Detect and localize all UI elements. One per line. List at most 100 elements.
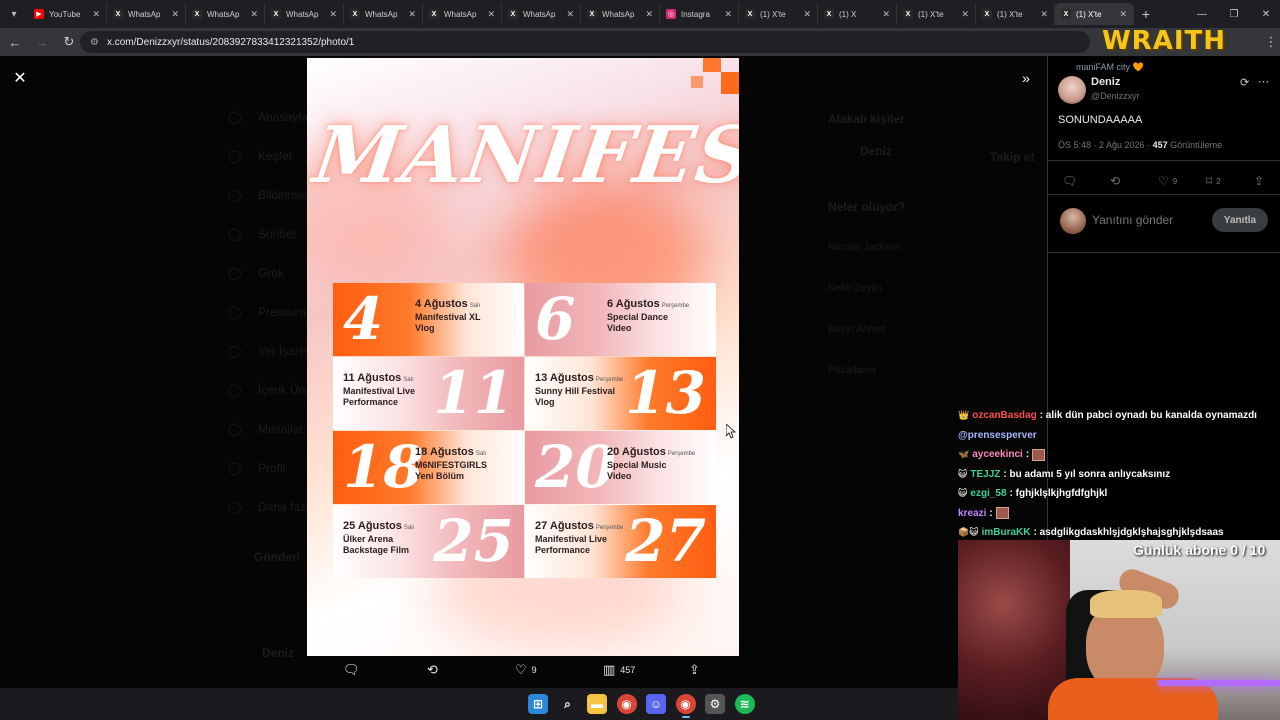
chat-username: ayceekinci: [972, 449, 1023, 461]
search-icon[interactable]: ⌕: [558, 694, 578, 714]
reply-button[interactable]: 🗨: [343, 662, 360, 678]
tab-close-icon[interactable]: ✕: [882, 9, 890, 20]
forward-button[interactable]: →: [30, 30, 54, 54]
browser-tab[interactable]: X (1) X'te ✕: [739, 3, 818, 25]
heart-icon: ♡: [1158, 174, 1169, 188]
tab-close-icon[interactable]: ✕: [171, 9, 179, 20]
chat-username: ezgi_58: [970, 488, 1007, 500]
tab-close-icon[interactable]: ✕: [566, 9, 574, 20]
like-button[interactable]: ♡ 9: [515, 662, 537, 678]
ghost-nav-icon: ◯: [228, 188, 242, 202]
reply-submit-button[interactable]: Yanıtla: [1212, 208, 1268, 232]
author-name[interactable]: Deniz: [1091, 76, 1120, 88]
tweet-time[interactable]: ÖS 5:48 · 2 Ağu 2026 ·: [1058, 140, 1153, 150]
back-button[interactable]: ←: [3, 30, 27, 54]
tweet-repost-button[interactable]: ⟲: [1110, 174, 1120, 188]
tab-close-icon[interactable]: ✕: [487, 9, 495, 20]
tab-close-icon[interactable]: ✕: [329, 9, 337, 20]
discord-icon[interactable]: ☺: [646, 694, 666, 714]
grok-icon[interactable]: ⟳: [1240, 76, 1249, 89]
browser-tab[interactable]: X (1) X'te ✕: [976, 3, 1055, 25]
minimize-button[interactable]: —: [1186, 0, 1218, 28]
browser-tab[interactable]: X WhatsAp ✕: [186, 3, 265, 25]
chat-emote-icon: [995, 507, 1009, 520]
steelseries-icon[interactable]: ⚙: [705, 694, 725, 714]
tweet-photo[interactable]: MANIFEST 44 Ağustos Salı Manifestival XL Vl…: [307, 58, 739, 656]
tab-label: Instagra: [681, 9, 710, 19]
avatar[interactable]: [1058, 76, 1086, 104]
tab-search-chevron-icon[interactable]: ▾: [0, 0, 28, 28]
browser-tab[interactable]: X WhatsAp ✕: [107, 3, 186, 25]
tweet-share-button[interactable]: ⇪: [1254, 174, 1264, 188]
views-button[interactable]: ▥ 457: [603, 662, 635, 678]
close-icon[interactable]: ✕: [10, 68, 30, 88]
chat-badge-icon: 😺: [958, 488, 968, 499]
x-icon: X: [587, 9, 597, 19]
chat-text: :: [1025, 449, 1030, 461]
chat-text: : bu adamı 5 yıl sonra anlıycaksınız: [1003, 468, 1171, 480]
reply-input[interactable]: Yanıtını gönder: [1092, 213, 1173, 227]
schedule-weekday: Perşembe: [667, 451, 696, 457]
repost-button[interactable]: ⟲: [427, 662, 438, 678]
tab-close-icon[interactable]: ✕: [1040, 9, 1048, 20]
schedule-day-number: 27: [625, 507, 706, 575]
schedule-info: 4 Ağustos Salı Manifestival XL Vlog: [415, 299, 481, 334]
browser-tab[interactable]: X WhatsAp ✕: [502, 3, 581, 25]
browser-tab[interactable]: X WhatsAp ✕: [423, 3, 502, 25]
reload-button[interactable]: ↻: [57, 30, 81, 54]
ghost-nav-item: Bildirimler: [258, 188, 311, 202]
windows-start-icon[interactable]: ⊞: [528, 694, 548, 714]
schedule-date-row: 4 Ağustos Salı: [415, 299, 481, 312]
tab-close-icon[interactable]: ✕: [408, 9, 416, 20]
share-icon: ⇪: [689, 662, 700, 677]
browser-tab[interactable]: ▶ YouTube ✕: [28, 3, 107, 25]
chrome-icon[interactable]: ◉: [675, 694, 696, 718]
chrome-icon[interactable]: ◉: [616, 694, 637, 714]
spotify-icon[interactable]: ≋: [734, 694, 755, 714]
schedule-weekday: Salı: [403, 377, 414, 383]
tab-close-icon[interactable]: ✕: [803, 9, 811, 20]
schedule-info: 11 Ağustos Salı Manifestival Live Performan…: [343, 373, 415, 408]
x-icon: X: [1061, 9, 1071, 19]
browser-tab[interactable]: X WhatsAp ✕: [344, 3, 423, 25]
more-icon[interactable]: ⋯: [1258, 75, 1269, 88]
tab-label: WhatsAp: [602, 9, 635, 19]
tab-close-icon[interactable]: ✕: [92, 9, 100, 20]
author-handle[interactable]: @Denizzxyr: [1091, 91, 1140, 101]
tweet-reply-button[interactable]: 🗨: [1062, 174, 1077, 188]
browser-tab[interactable]: ◎ Instagra ✕: [660, 3, 739, 25]
browser-tab[interactable]: X WhatsAp ✕: [581, 3, 660, 25]
x-icon: X: [429, 9, 439, 19]
tab-close-icon[interactable]: ✕: [250, 9, 258, 20]
new-tab-button[interactable]: +: [1134, 6, 1158, 22]
file-explorer-icon[interactable]: ▬: [587, 694, 607, 714]
address-bar[interactable]: ⚙ x.com/Denizzxyr/status/208392783341232…: [80, 31, 1090, 53]
browser-tab[interactable]: X WhatsAp ✕: [265, 3, 344, 25]
maximize-button[interactable]: ❐: [1218, 0, 1250, 28]
tab-label: YouTube: [49, 9, 81, 19]
tweet-like-button[interactable]: ♡ 9: [1158, 174, 1177, 188]
bookmark-icon: ⌑: [1206, 174, 1213, 188]
schedule-cell: 27 27 Ağustos Perşembe Manifestival Live Per…: [525, 505, 716, 578]
toggle-sidebar-icon[interactable]: »: [1016, 68, 1036, 88]
browser-tab[interactable]: X (1) X'te ✕: [1055, 3, 1134, 25]
browser-menu-icon[interactable]: ⋮: [1259, 30, 1280, 54]
browser-tab[interactable]: X (1) X ✕: [818, 3, 897, 25]
tweet-bookmark-button[interactable]: ⌑ 2: [1206, 174, 1221, 188]
share-button[interactable]: ⇪: [689, 662, 700, 678]
tab-close-icon[interactable]: ✕: [961, 9, 969, 20]
tab-label: WhatsAp: [365, 9, 398, 19]
ghost-text: Deniz: [262, 646, 295, 660]
tab-close-icon[interactable]: ✕: [724, 9, 732, 20]
tab-close-icon[interactable]: ✕: [1119, 9, 1127, 20]
tab-close-icon[interactable]: ✕: [645, 9, 653, 20]
wraith-logo: WRAITH: [1102, 26, 1226, 56]
site-info-icon[interactable]: ⚙: [90, 37, 99, 48]
close-window-button[interactable]: ✕: [1250, 0, 1280, 28]
schedule-day-number: 25: [433, 507, 514, 575]
browser-tab[interactable]: X (1) X'te ✕: [897, 3, 976, 25]
schedule-weekday: Perşembe: [595, 525, 624, 531]
ghost-nav-icon: ◯: [228, 227, 242, 241]
reply-icon: 🗨: [343, 662, 360, 677]
ghost-nav-icon: ◯: [228, 305, 242, 319]
